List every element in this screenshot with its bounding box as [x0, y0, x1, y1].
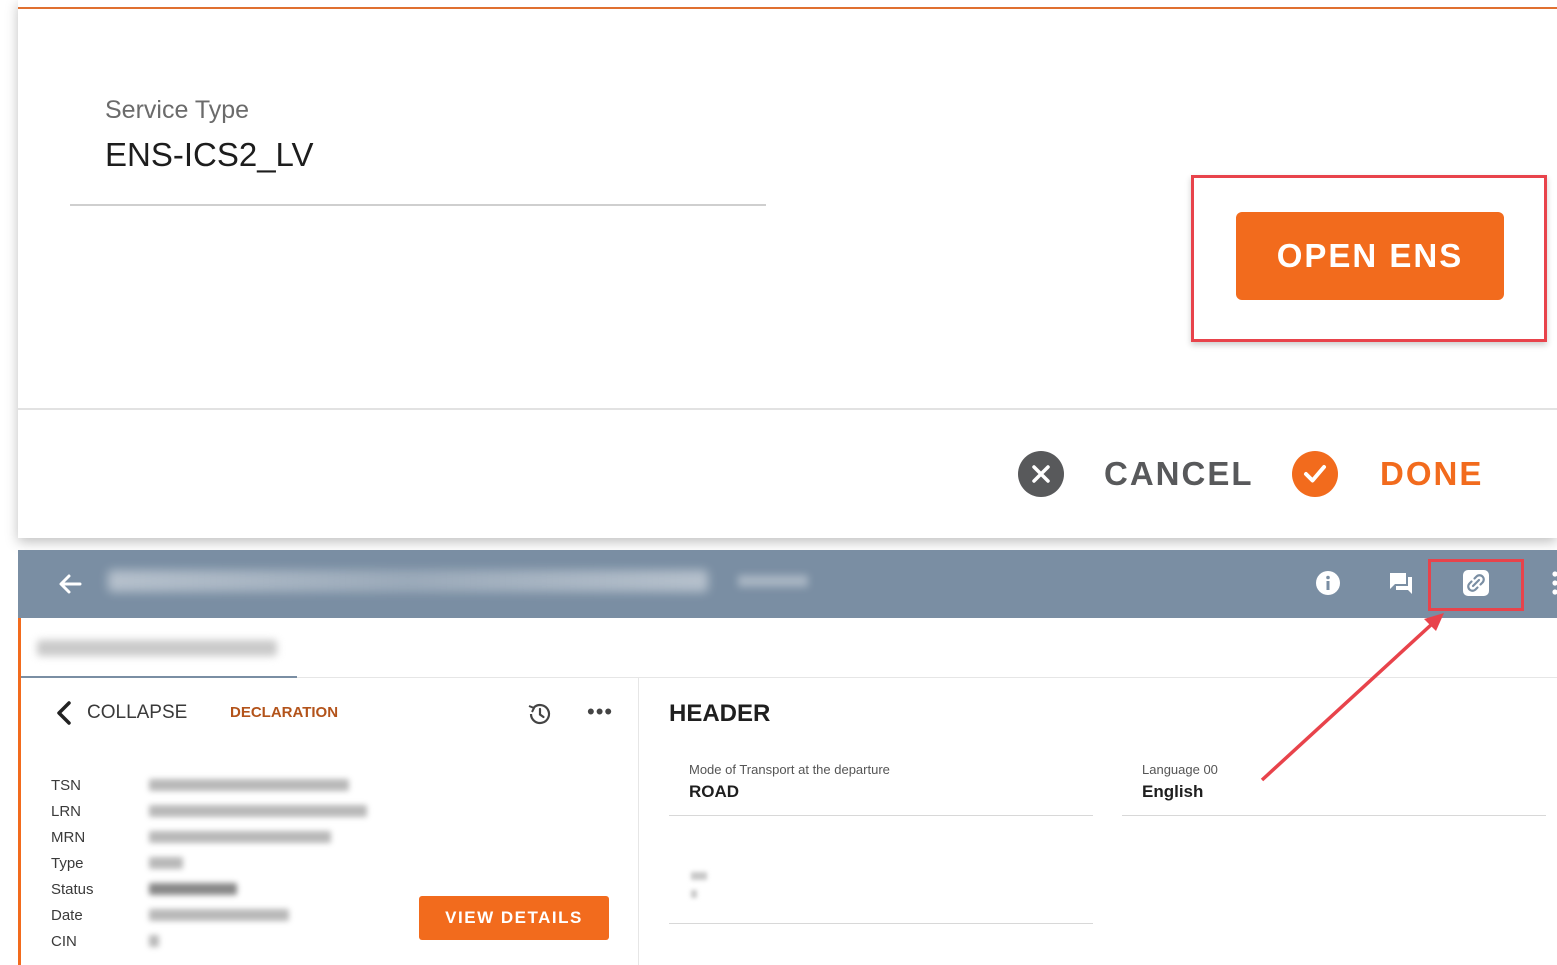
- info-label: CIN: [51, 932, 77, 950]
- company-title-redacted: [108, 570, 708, 592]
- declaration-summary-panel: COLLAPSE DECLARATION ••• TSN LRN MRN Typ…: [21, 678, 639, 965]
- more-horizontal-icon[interactable]: •••: [587, 701, 613, 723]
- cancel-label: CANCEL: [1104, 455, 1254, 492]
- info-value-redacted: [149, 909, 289, 921]
- info-value-redacted: [149, 805, 367, 817]
- view-details-button[interactable]: VIEW DETAILS: [419, 896, 609, 940]
- chevron-left-icon: [57, 701, 71, 725]
- info-row-cin: CIN: [51, 928, 367, 954]
- info-label: Type: [51, 854, 84, 872]
- history-icon[interactable]: [526, 700, 554, 728]
- tab-declaration-redacted[interactable]: [37, 640, 277, 656]
- link-icon-highlight: [1428, 559, 1524, 611]
- info-row-mrn: MRN: [51, 824, 367, 850]
- header-section-title: HEADER: [669, 700, 771, 727]
- info-row-date: Date: [51, 902, 367, 928]
- close-circle-icon: [1018, 451, 1064, 497]
- cancel-button[interactable]: CANCEL: [1018, 448, 1254, 500]
- field-value: ROAD: [689, 782, 740, 801]
- service-type-underline: [70, 204, 766, 206]
- info-label: Status: [51, 880, 94, 898]
- dialog-footer-divider: [18, 408, 1557, 410]
- check-circle-icon: [1292, 451, 1338, 497]
- info-icon[interactable]: [1313, 568, 1343, 598]
- declaration-section-label: DECLARATION: [230, 704, 339, 721]
- mode-of-transport-field[interactable]: Mode of Transport at the departure ROAD: [669, 756, 1093, 816]
- header-detail-panel: HEADER Mode of Transport at the departur…: [640, 678, 1557, 965]
- service-type-label: Service Type: [105, 96, 250, 124]
- service-type-value[interactable]: ENS-ICS2_LV: [105, 136, 313, 174]
- info-value-redacted: [149, 779, 349, 791]
- info-row-lrn: LRN: [51, 798, 367, 824]
- info-value-redacted: [149, 883, 237, 895]
- info-value-redacted: [149, 935, 159, 947]
- company-subtitle-redacted: [738, 575, 808, 587]
- info-value-redacted: [149, 831, 331, 843]
- open-ens-button[interactable]: OPEN ENS: [1236, 212, 1504, 300]
- field-label-redacted: [691, 872, 707, 880]
- declaration-info-list: TSN LRN MRN Type Status Date CIN: [51, 772, 367, 954]
- info-label: MRN: [51, 828, 86, 846]
- info-label: Date: [51, 906, 83, 924]
- done-label: DONE: [1380, 455, 1484, 492]
- tab-bar: [21, 618, 1557, 678]
- redacted-field[interactable]: [669, 862, 1093, 924]
- info-row-tsn: TSN: [51, 772, 367, 798]
- dialog-top-divider: [18, 7, 1557, 9]
- done-button[interactable]: DONE: [1292, 448, 1483, 500]
- info-label: TSN: [51, 776, 81, 794]
- info-label: LRN: [51, 802, 82, 820]
- app-header-bar: [18, 550, 1557, 618]
- service-type-dialog: Service Type ENS-ICS2_LV OPEN ENS CANCEL…: [18, 0, 1557, 538]
- info-row-type: Type: [51, 850, 367, 876]
- language-field[interactable]: Language 00 English: [1122, 756, 1546, 816]
- info-row-status: Status: [51, 876, 367, 902]
- chat-icon[interactable]: [1386, 568, 1416, 598]
- back-arrow-icon[interactable]: [56, 570, 84, 598]
- collapse-button[interactable]: COLLAPSE: [55, 700, 187, 726]
- field-value-redacted: [691, 890, 697, 898]
- collapse-label: COLLAPSE: [87, 702, 188, 723]
- field-label: Language 00: [1142, 762, 1218, 777]
- field-value: English: [1142, 782, 1204, 801]
- more-vertical-icon[interactable]: [1540, 568, 1557, 598]
- info-value-redacted: [149, 857, 183, 869]
- field-label: Mode of Transport at the departure: [689, 762, 890, 777]
